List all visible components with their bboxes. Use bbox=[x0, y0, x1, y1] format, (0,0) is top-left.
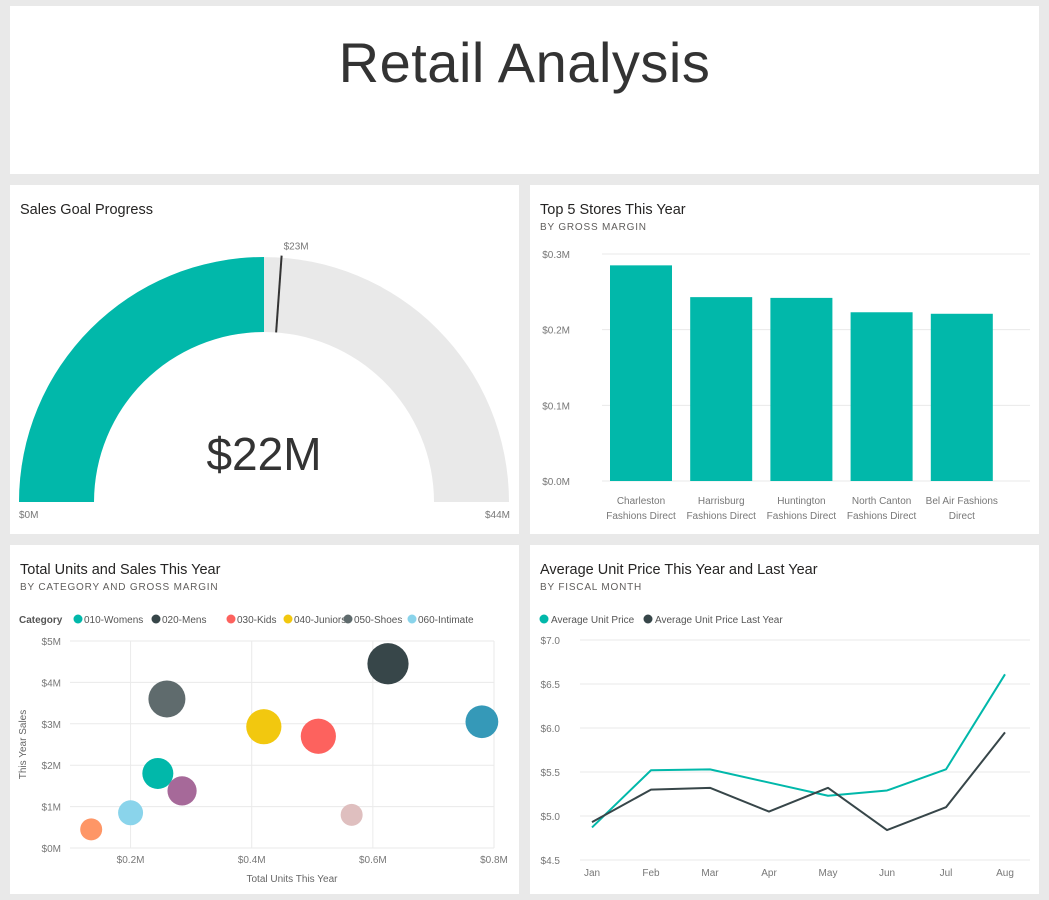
bar-ytick-label: $0.1M bbox=[542, 401, 570, 412]
line-series[interactable] bbox=[591, 673, 1006, 829]
store-bar[interactable] bbox=[930, 313, 993, 481]
unit-price-tile[interactable]: Average Unit Price This Year and Last Ye… bbox=[530, 545, 1039, 894]
bar-category-label: Direct bbox=[949, 511, 975, 522]
scatter-bubble[interactable] bbox=[142, 757, 174, 789]
bar-category-label: Charleston bbox=[617, 496, 665, 507]
legend-marker bbox=[226, 614, 236, 624]
scatter-xtick-label: $0.8M bbox=[480, 855, 508, 866]
legend-item[interactable]: 050-Shoes bbox=[354, 615, 402, 626]
scatter-ytick-label: $0M bbox=[42, 844, 61, 855]
bar-category-label: Fashions Direct bbox=[606, 511, 676, 522]
line-xtick-label: May bbox=[819, 868, 838, 879]
scatter-xtick-label: $0.2M bbox=[117, 855, 145, 866]
line-chart: Average Unit Price Average Unit Price Las… bbox=[539, 614, 1030, 879]
legend-marker bbox=[343, 614, 353, 624]
legend-marker bbox=[151, 614, 161, 624]
scatter-ytick-label: $1M bbox=[42, 803, 61, 814]
bar-category-label: Bel Air Fashions bbox=[926, 496, 998, 507]
scatter-ytick-label: $2M bbox=[42, 761, 61, 772]
scatter-xtick-label: $0.6M bbox=[359, 855, 387, 866]
header-tile[interactable]: Retail Analysis bbox=[10, 6, 1039, 174]
gauge-chart: $23M $22M $0M $44M bbox=[19, 242, 510, 521]
scatter-xtick-label: $0.4M bbox=[238, 855, 266, 866]
bar-category-label: North Canton bbox=[852, 496, 911, 507]
legend-marker bbox=[407, 614, 417, 624]
line-series[interactable] bbox=[591, 731, 1006, 832]
gauge-value: $22M bbox=[206, 428, 321, 480]
scatter-x-axis-title: Total Units This Year bbox=[247, 874, 339, 885]
bar-category-label: Harrisburg bbox=[698, 496, 745, 507]
scatter-bubble[interactable] bbox=[80, 818, 103, 841]
legend-marker bbox=[539, 614, 549, 624]
store-bar[interactable] bbox=[770, 297, 833, 481]
bar-category-label: Huntington bbox=[777, 496, 825, 507]
line-xtick-label: Jun bbox=[879, 868, 895, 879]
store-bar[interactable] bbox=[610, 265, 672, 481]
line-xtick-label: Apr bbox=[761, 868, 777, 879]
line-xtick-label: Mar bbox=[701, 868, 719, 879]
scatter-chart: Category 010-Womens 020-Mens 030-Kids 040-Ju… bbox=[18, 614, 508, 885]
bar-ytick-label: $0.3M bbox=[542, 250, 570, 261]
scatter-bubble[interactable] bbox=[246, 709, 282, 745]
legend-item[interactable]: 040-Juniors bbox=[294, 615, 346, 626]
scatter-bubble[interactable] bbox=[167, 776, 197, 806]
legend-item[interactable]: 060-Intimate bbox=[418, 615, 474, 626]
line-ytick-label: $7.0 bbox=[541, 636, 561, 647]
line-ytick-label: $4.5 bbox=[541, 856, 561, 867]
scatter-bubble[interactable] bbox=[148, 680, 186, 718]
scatter-bubble[interactable] bbox=[367, 643, 409, 685]
legend-item[interactable]: 010-Womens bbox=[84, 615, 143, 626]
bar-category-label: Fashions Direct bbox=[767, 511, 837, 522]
bar-ytick-label: $0.2M bbox=[542, 326, 570, 337]
top-stores-tile[interactable]: Top 5 Stores This Year BY GROSS MARGIN $… bbox=[530, 185, 1039, 534]
legend-item[interactable]: 020-Mens bbox=[162, 615, 206, 626]
sales-goal-tile[interactable]: Sales Goal Progress $23M $22M $0M $44M bbox=[10, 185, 519, 534]
legend-item[interactable]: Average Unit Price Last Year bbox=[655, 615, 783, 626]
scatter-ytick-label: $4M bbox=[42, 678, 61, 689]
line-ytick-label: $5.5 bbox=[541, 768, 561, 779]
bar-category-label: Fashions Direct bbox=[686, 511, 756, 522]
scatter-ytick-label: $5M bbox=[42, 637, 61, 648]
dashboard-title: Retail Analysis bbox=[338, 31, 711, 94]
bar-chart: $0.0M $0.1M $0.2M $0.3M Charleston Fashions D… bbox=[542, 250, 1030, 522]
legend-marker bbox=[73, 614, 83, 624]
legend-marker bbox=[283, 614, 293, 624]
bar-ytick-label: $0.0M bbox=[542, 477, 570, 488]
line-ytick-label: $5.0 bbox=[541, 812, 561, 823]
scatter-y-axis-title: This Year Sales bbox=[18, 710, 29, 780]
bar-category-label: Fashions Direct bbox=[847, 511, 917, 522]
scatter-ytick-label: $3M bbox=[42, 720, 61, 731]
legend-item[interactable]: 030-Kids bbox=[237, 615, 276, 626]
gauge-min-label: $0M bbox=[19, 510, 38, 521]
gauge-target-label: $23M bbox=[284, 242, 309, 253]
units-sales-tile[interactable]: Total Units and Sales This Year BY CATEG… bbox=[10, 545, 519, 894]
scatter-bubble[interactable] bbox=[118, 800, 144, 826]
line-xtick-label: Jul bbox=[940, 868, 953, 879]
line-ytick-label: $6.0 bbox=[541, 724, 561, 735]
scatter-bubble[interactable] bbox=[465, 705, 499, 739]
line-xtick-label: Feb bbox=[642, 868, 660, 879]
legend-item[interactable]: Average Unit Price bbox=[551, 615, 635, 626]
line-xtick-label: Jan bbox=[584, 868, 600, 879]
line-ytick-label: $6.5 bbox=[541, 680, 561, 691]
store-bar[interactable] bbox=[850, 312, 913, 481]
line-xtick-label: Aug bbox=[996, 868, 1014, 879]
legend-title: Category bbox=[19, 615, 63, 626]
gauge-max-label: $44M bbox=[485, 510, 510, 521]
legend-marker bbox=[643, 614, 653, 624]
scatter-bubble[interactable] bbox=[340, 803, 363, 826]
scatter-bubble[interactable] bbox=[300, 718, 336, 754]
store-bar[interactable] bbox=[690, 297, 753, 481]
